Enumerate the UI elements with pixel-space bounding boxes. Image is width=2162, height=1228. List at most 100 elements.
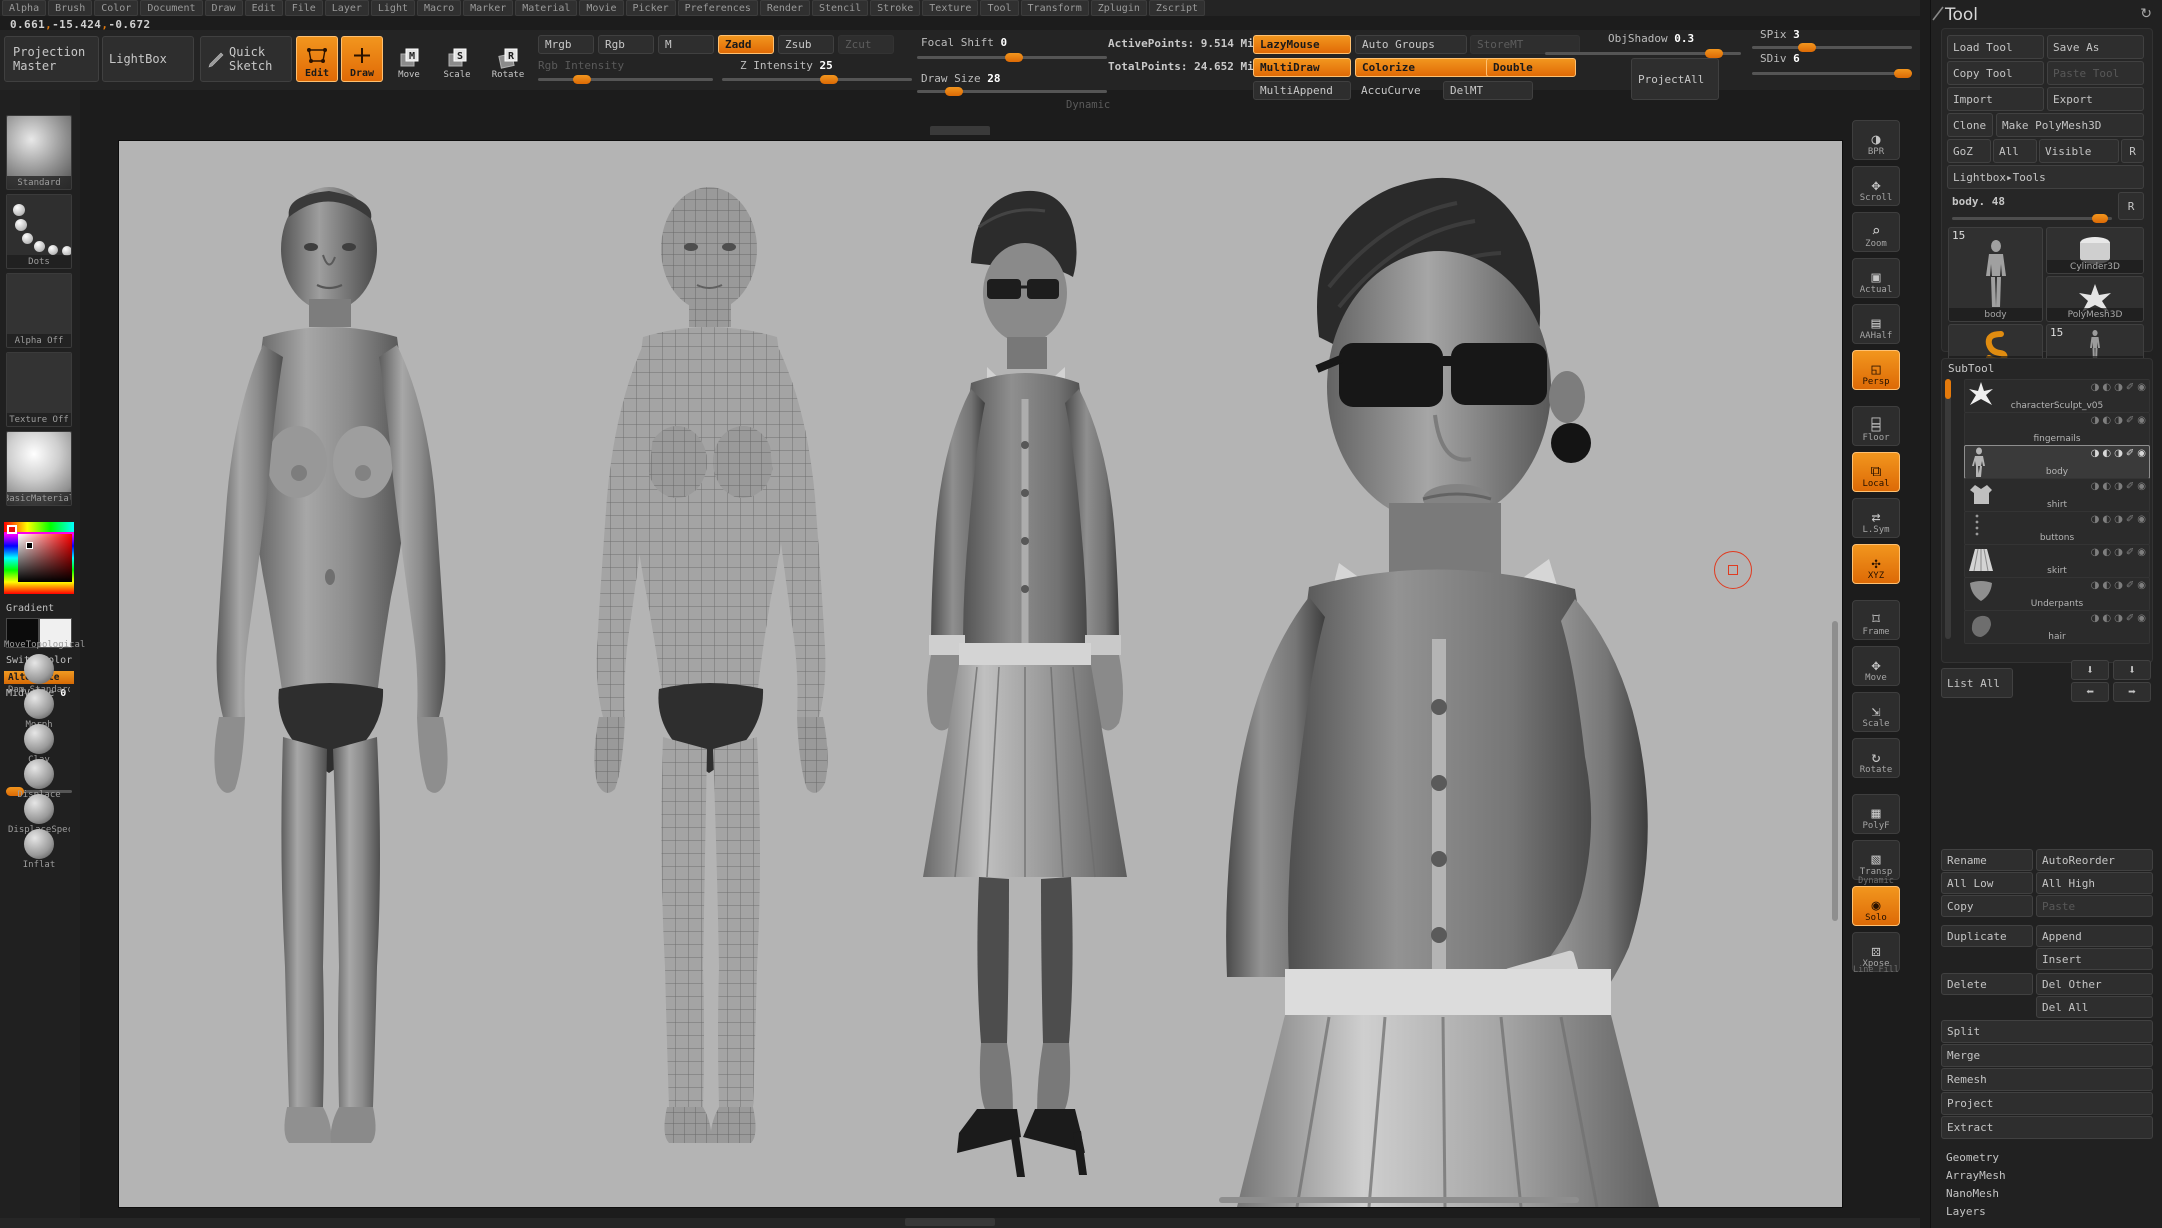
m-button[interactable]: M (658, 35, 714, 54)
subtool-brush-toggle[interactable]: ✐ (2126, 580, 2134, 591)
import-button[interactable]: Import (1947, 87, 2044, 111)
rail-button-rotate[interactable]: ↻Rotate (1852, 738, 1900, 778)
menu-item-brush[interactable]: Brush (48, 0, 92, 16)
rail-button-actual[interactable]: ▣Actual (1852, 258, 1900, 298)
model-figure-body-sculpt[interactable] (139, 177, 519, 1177)
subtool-brush-toggle[interactable]: ✐ (2126, 547, 2134, 558)
model-figure-portrait-closeup[interactable] (1189, 147, 1809, 1207)
all-high-button[interactable]: All High (2036, 872, 2153, 894)
tool-item-slider[interactable] (1952, 217, 2112, 220)
subtool-row-shirt[interactable]: ◑◐◑✐◉shirt (1964, 478, 2150, 512)
menu-item-tool[interactable]: Tool (980, 0, 1018, 16)
save-as-button[interactable]: Save As (2047, 35, 2144, 59)
move-mode-button[interactable]: M Move (390, 38, 428, 80)
draw-mode-button[interactable]: Draw (341, 36, 383, 82)
focal-shift-slider[interactable] (917, 56, 1107, 59)
project-button[interactable]: Project (1941, 1092, 2153, 1115)
tool-thumb-polymesh3d[interactable]: PolyMesh3D (2046, 276, 2144, 322)
objshadow-slider[interactable] (1545, 52, 1741, 55)
multiappend-button[interactable]: MultiAppend (1253, 81, 1351, 100)
rail-button-scroll[interactable]: ✥Scroll (1852, 166, 1900, 206)
zadd-button[interactable]: Zadd (718, 35, 774, 54)
brush-header-move[interactable]: Move (4, 640, 26, 650)
canvas-horizontal-scrollbar[interactable] (1219, 1197, 1579, 1203)
menu-item-zplugin[interactable]: Zplugin (1091, 0, 1147, 16)
brush-header-topological[interactable]: Topological (26, 640, 86, 650)
subtool-polypaint-toggle[interactable]: ◑ (2114, 580, 2123, 591)
rail-button-transp[interactable]: ▧Transp (1852, 840, 1900, 880)
subtool-row-charactersculpt_v05[interactable]: ◑◐◑✐◉characterSculpt_v05 (1964, 379, 2150, 413)
extract-button[interactable]: Extract (1941, 1116, 2153, 1139)
scale-mode-button[interactable]: S Scale (438, 38, 476, 80)
subtool-row-fingernails[interactable]: ◑◐◑✐◉fingernails (1964, 412, 2150, 446)
z-intensity-slider[interactable] (722, 78, 912, 81)
menu-item-stencil[interactable]: Stencil (812, 0, 868, 16)
reset-icon[interactable]: ↻ (2140, 6, 2152, 22)
subtool-move-right-button[interactable]: ➡ (2113, 682, 2151, 702)
menu-item-transform[interactable]: Transform (1021, 0, 1089, 16)
zsub-button[interactable]: Zsub (778, 35, 834, 54)
subtool-visibility-toggle[interactable]: ◑ (2091, 580, 2100, 591)
copy-subtool-button[interactable]: Copy (1941, 895, 2033, 917)
insert-button[interactable]: Insert (2036, 948, 2153, 970)
menu-item-texture[interactable]: Texture (922, 0, 978, 16)
rail-button-floor[interactable]: ⌸Floor (1852, 406, 1900, 446)
subtool-brush-toggle[interactable]: ✐ (2126, 382, 2134, 393)
menu-item-color[interactable]: Color (94, 0, 138, 16)
subtool-eye-toggle[interactable]: ◉ (2137, 415, 2146, 426)
lazymouse-button[interactable]: LazyMouse (1253, 35, 1351, 54)
rail-button-polyf[interactable]: ▦PolyF (1852, 794, 1900, 834)
menu-item-file[interactable]: File (285, 0, 323, 16)
subtool-polypaint-toggle[interactable]: ◑ (2114, 514, 2123, 525)
rail-button-bpr[interactable]: ◑BPR (1852, 120, 1900, 160)
subtool-row-buttons[interactable]: ◑◐◑✐◉buttons (1964, 511, 2150, 545)
subtool-row-hair[interactable]: ◑◐◑✐◉hair (1964, 610, 2150, 644)
edit-mode-button[interactable]: Edit (296, 36, 338, 82)
subtool-eye-toggle[interactable]: ◉ (2137, 448, 2146, 459)
merge-button[interactable]: Merge (1941, 1044, 2153, 1067)
model-figure-clothed-character[interactable] (859, 177, 1199, 1197)
load-tool-button[interactable]: Load Tool (1947, 35, 2044, 59)
rail-button-frame[interactable]: ⌑Frame (1852, 600, 1900, 640)
menu-item-alpha[interactable]: Alpha (2, 0, 46, 16)
all-low-button[interactable]: All Low (1941, 872, 2033, 894)
subtool-shadow-toggle[interactable]: ◐ (2102, 481, 2111, 492)
subtool-polypaint-toggle[interactable]: ◑ (2114, 481, 2123, 492)
subtool-shadow-toggle[interactable]: ◐ (2102, 415, 2111, 426)
paste-tool-button[interactable]: Paste Tool (2047, 61, 2144, 85)
rgb-button[interactable]: Rgb (598, 35, 654, 54)
zcut-button[interactable]: Zcut (838, 35, 894, 54)
subtool-shadow-toggle[interactable]: ◐ (2102, 514, 2111, 525)
tool-thumb-cylinder3d[interactable]: Cylinder3D (2046, 227, 2144, 274)
subtool-brush-toggle[interactable]: ✐ (2126, 448, 2134, 459)
rail-button-zoom[interactable]: ⌕Zoom (1852, 212, 1900, 252)
subtool-eye-toggle[interactable]: ◉ (2137, 613, 2146, 624)
current-brush-swatch[interactable]: Standard (6, 115, 72, 190)
palette-section-arraymesh[interactable]: ArrayMesh (1941, 1166, 2153, 1184)
subtool-move-up-button[interactable]: ⬇ (2071, 660, 2109, 680)
canvas-top-handle[interactable] (930, 126, 990, 135)
subtool-eye-toggle[interactable]: ◉ (2137, 382, 2146, 393)
rail-button-xyz[interactable]: ✣XYZ (1852, 544, 1900, 584)
subtool-eye-toggle[interactable]: ◉ (2137, 547, 2146, 558)
quick-sketch-button[interactable]: Quick Sketch (200, 36, 292, 82)
focal-shift-knob[interactable] (1005, 53, 1023, 62)
palette-section-nanomesh[interactable]: NanoMesh (1941, 1184, 2153, 1202)
paste-subtool-button[interactable]: Paste (2036, 895, 2153, 917)
auto-groups-button[interactable]: Auto Groups (1355, 35, 1467, 54)
spix-knob[interactable] (1798, 43, 1816, 52)
subtool-row-body[interactable]: ◑◐◑✐◉body (1964, 445, 2150, 479)
menu-item-layer[interactable]: Layer (325, 0, 369, 16)
current-stroke-swatch[interactable]: Dots (6, 194, 72, 269)
rail-button-persp[interactable]: ◱Persp (1852, 350, 1900, 390)
draw-size-knob[interactable] (945, 87, 963, 96)
menu-item-edit[interactable]: Edit (245, 0, 283, 16)
autoreorder-button[interactable]: AutoReorder (2036, 849, 2153, 871)
subtool-polypaint-toggle[interactable]: ◑ (2114, 415, 2123, 426)
rail-button-lsym[interactable]: ⇄L.Sym (1852, 498, 1900, 538)
menu-item-movie[interactable]: Movie (579, 0, 623, 16)
rail-button-solo[interactable]: ◉Solo (1852, 886, 1900, 926)
subtool-shadow-toggle[interactable]: ◐ (2102, 580, 2111, 591)
current-alpha-swatch[interactable]: Alpha Off (6, 273, 72, 348)
rail-button-local[interactable]: ⧉Local (1852, 452, 1900, 492)
